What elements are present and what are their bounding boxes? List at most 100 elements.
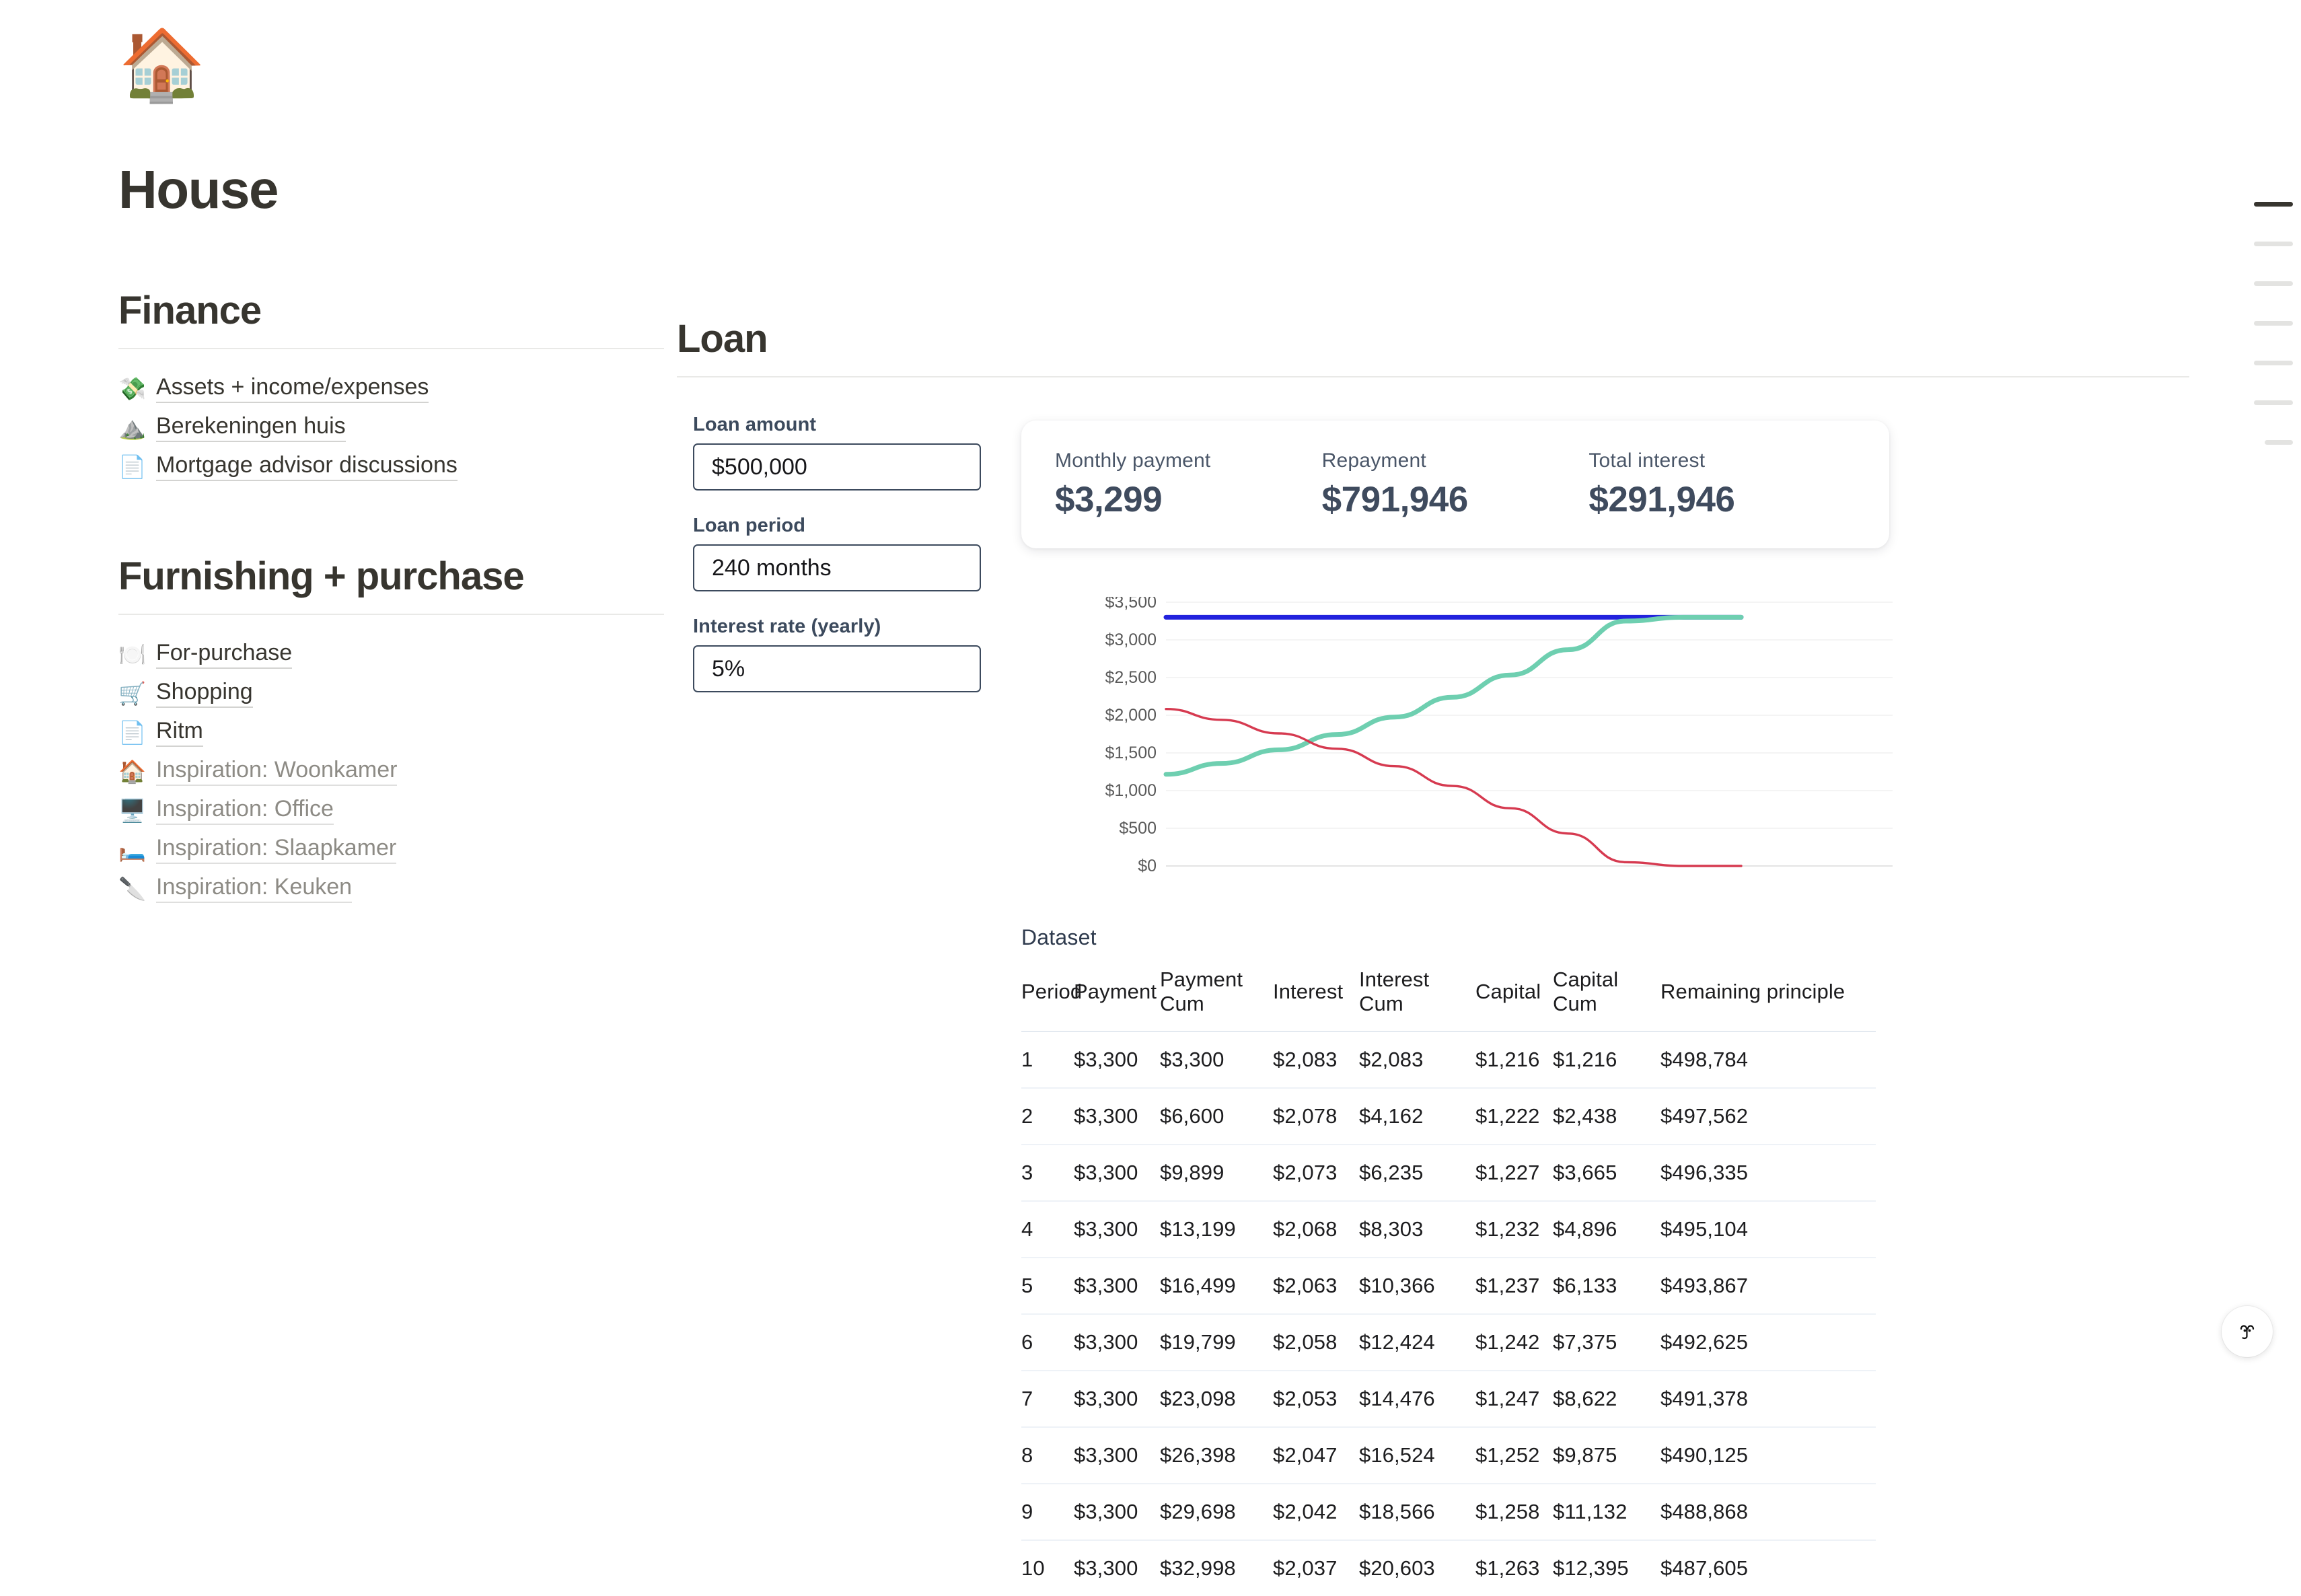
- toc-minimap-bar[interactable]: [2265, 440, 2293, 445]
- table-row: 10 $3,300 $32,998 $2,037 $20,603 $1,263 $12,39…: [1021, 1540, 1876, 1596]
- table-cell: $488,868: [1660, 1484, 1876, 1541]
- table-cell: $10,366: [1359, 1258, 1475, 1315]
- section-heading-furnishing-purchase: Furnishing + purchase: [118, 554, 525, 598]
- amortization-chart-svg: $0 $500 $1,000 $1,500 $2,000 $2,500 $3,000 $3,5…: [1105, 597, 1893, 875]
- table-cell: $3,300: [1074, 1427, 1160, 1484]
- table-cell: $1,227: [1475, 1145, 1553, 1202]
- document-icon: 📄: [118, 719, 147, 745]
- table-cell: $16,499: [1160, 1258, 1273, 1315]
- stat-monthly-payment: Monthly payment $3,299: [1055, 449, 1322, 520]
- table-cell: $19,799: [1160, 1314, 1273, 1371]
- table-cell: $3,300: [1074, 1484, 1160, 1541]
- sidebar-item-assets-income-expenses[interactable]: 💸 Assets + income/expenses: [118, 369, 657, 408]
- table-cell: $8,303: [1359, 1201, 1475, 1258]
- interest-rate-input[interactable]: 5%: [693, 645, 981, 692]
- sidebar-item-inspiration-keuken[interactable]: 🔪 Inspiration: Keuken: [118, 869, 657, 908]
- loan-amortization-table: Period Payment Payment Cum Interest Interest…: [1021, 968, 1876, 1596]
- table-row: 1 $3,300 $3,300 $2,083 $2,083 $1,216 $1,216 $49…: [1021, 1031, 1876, 1089]
- table-cell: $3,300: [1074, 1314, 1160, 1371]
- loan-amount-input[interactable]: $500,000: [693, 443, 981, 491]
- toc-minimap-bar[interactable]: [2254, 400, 2293, 405]
- loan-inputs: Loan amount $500,000 Loan period 240 mon…: [693, 414, 982, 717]
- amortization-chart: $0 $500 $1,000 $1,500 $2,000 $2,500 $3,000 $3,5…: [1021, 597, 1903, 886]
- table-cell: $1,252: [1475, 1427, 1553, 1484]
- toc-minimap-bar[interactable]: [2254, 361, 2293, 365]
- table-cell: $1,237: [1475, 1258, 1553, 1315]
- table-cell: $1,216: [1475, 1031, 1553, 1089]
- table-cell: 7: [1021, 1371, 1074, 1428]
- field-interest-rate: Interest rate (yearly) 5%: [693, 616, 982, 692]
- loan-heading-divider: [677, 376, 2189, 377]
- loan-period-input[interactable]: 240 months: [693, 544, 981, 591]
- table-column-header: Capital Cum: [1553, 968, 1660, 1032]
- sidebar-item-for-purchase[interactable]: 🍽️ For-purchase: [118, 635, 657, 674]
- knife-icon: 🔪: [118, 875, 147, 901]
- chart-y-tick-label: $1,000: [1105, 781, 1157, 800]
- table-cell: $29,698: [1160, 1484, 1273, 1541]
- table-cell: $3,300: [1074, 1258, 1160, 1315]
- table-cell: 5: [1021, 1258, 1074, 1315]
- chart-y-tick-label: $500: [1119, 819, 1157, 838]
- section-divider: [118, 348, 664, 349]
- table-column-header: Payment: [1074, 968, 1160, 1032]
- table-cell: 10: [1021, 1556, 1045, 1580]
- table-cell: $23,098: [1160, 1371, 1273, 1428]
- help-assistant-button[interactable]: [2222, 1306, 2273, 1357]
- sidebar-item-shopping[interactable]: 🛒 Shopping: [118, 674, 657, 713]
- sidebar-item-label: Inspiration: Office: [156, 796, 334, 826]
- chart-y-axis-labels: $0 $500 $1,000 $1,500 $2,000 $2,500 $3,000 $3,5…: [1105, 597, 1157, 875]
- sidebar-item-label: Ritm: [156, 718, 203, 748]
- stat-value: $3,299: [1055, 479, 1163, 519]
- table-cell: $1,222: [1475, 1088, 1553, 1145]
- table-header: Period Payment Payment Cum Interest Interest…: [1021, 968, 1876, 1032]
- interest-rate-label: Interest rate (yearly): [693, 616, 881, 637]
- toc-minimap-bar[interactable]: [2254, 321, 2293, 326]
- table-cell: $3,300: [1074, 1371, 1160, 1428]
- chart-y-tick-label: $3,500: [1105, 597, 1157, 612]
- table-cell: $2,047: [1273, 1427, 1359, 1484]
- table-cell: 1: [1021, 1031, 1074, 1089]
- sidebar-item-berekeningen-huis[interactable]: ⛰️ Berekeningen huis: [118, 408, 657, 447]
- table-column-header: Period: [1021, 968, 1082, 1032]
- chart-y-tick-label: $0: [1138, 857, 1157, 875]
- chart-line-capital: [1163, 614, 1744, 777]
- sidebar-item-ritm[interactable]: 📄 Ritm: [118, 713, 657, 752]
- sidebar-item-label: Berekeningen huis: [156, 413, 346, 443]
- table-of-contents-minimap[interactable]: [2254, 202, 2293, 445]
- table-cell: $26,398: [1160, 1427, 1273, 1484]
- plate-cutlery-icon: 🍽️: [118, 641, 147, 667]
- table-cell: $2,037: [1273, 1556, 1338, 1580]
- sidebar-item-inspiration-slaapkamer[interactable]: 🛏️ Inspiration: Slaapkamer: [118, 830, 657, 869]
- table-cell: $11,132: [1553, 1484, 1660, 1541]
- toc-minimap-bar[interactable]: [2254, 202, 2293, 207]
- table-cell: $493,867: [1660, 1258, 1876, 1315]
- toc-minimap-bar[interactable]: [2254, 281, 2293, 286]
- sidebar-item-label: Assets + income/expenses: [156, 374, 429, 404]
- table-row: 3 $3,300 $9,899 $2,073 $6,235 $1,227 $3,665 $49…: [1021, 1145, 1876, 1202]
- table-cell: $4,162: [1359, 1088, 1475, 1145]
- table-column-header: Interest: [1273, 968, 1359, 1032]
- table-cell: $498,784: [1660, 1031, 1876, 1089]
- desktop-computer-icon: 🖥️: [118, 797, 147, 823]
- table-cell: $2,068: [1273, 1201, 1359, 1258]
- table-cell: $2,438: [1553, 1088, 1660, 1145]
- table-cell: $6,600: [1160, 1088, 1273, 1145]
- sidebar-item-inspiration-woonkamer[interactable]: 🏠 Inspiration: Woonkamer: [118, 752, 657, 791]
- table-cell: $2,083: [1359, 1031, 1475, 1089]
- table-row: 8 $3,300 $26,398 $2,047 $16,524 $1,252 $9,875 $…: [1021, 1427, 1876, 1484]
- table-row: 7 $3,300 $23,098 $2,053 $14,476 $1,247 $8,622 $…: [1021, 1371, 1876, 1428]
- toc-minimap-bar[interactable]: [2254, 242, 2293, 246]
- table-header-row: Period Payment Payment Cum Interest Interest…: [1021, 968, 1876, 1032]
- table-cell: $491,378: [1660, 1371, 1876, 1428]
- sidebar-item-mortgage-advisor-discussions[interactable]: 📄 Mortgage advisor discussions: [118, 447, 657, 486]
- table-cell: 9: [1021, 1484, 1074, 1541]
- loan-column: Loan Loan amount $500,000 Loan period 24…: [677, 316, 2191, 1580]
- sidebar-item-inspiration-office[interactable]: 🖥️ Inspiration: Office: [118, 791, 657, 830]
- loan-period-label: Loan period: [693, 515, 806, 536]
- table-column-header: Interest Cum: [1359, 968, 1475, 1032]
- table-cell: $492,625: [1660, 1314, 1876, 1371]
- loan-amount-label: Loan amount: [693, 414, 817, 435]
- table-column-header: Remaining principle: [1660, 968, 1876, 1032]
- table-row: 6 $3,300 $19,799 $2,058 $12,424 $1,242 $7,375 $…: [1021, 1314, 1876, 1371]
- table-cell: $2,063: [1273, 1258, 1359, 1315]
